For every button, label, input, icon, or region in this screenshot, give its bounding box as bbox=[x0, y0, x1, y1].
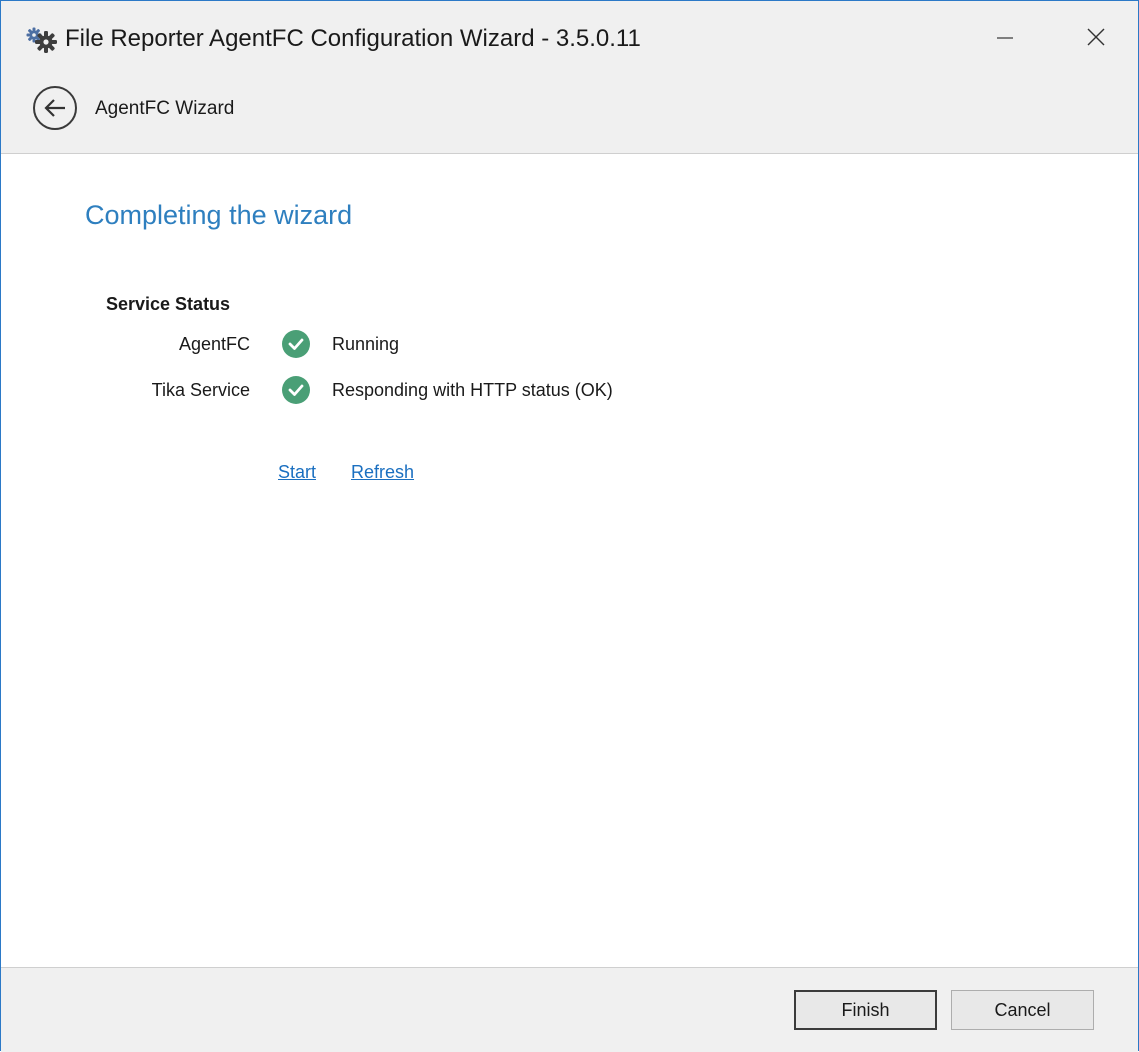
footer-bar: Finish Cancel bbox=[1, 967, 1138, 1052]
back-button[interactable] bbox=[33, 86, 77, 130]
service-status-title: Service Status bbox=[106, 294, 231, 314]
check-circle-icon bbox=[282, 376, 310, 404]
wizard-window: File Reporter AgentFC Configuration Wiza… bbox=[0, 0, 1139, 1052]
check-circle-icon bbox=[282, 330, 310, 358]
gears-icon bbox=[25, 27, 59, 53]
finish-button[interactable]: Finish bbox=[794, 990, 937, 1030]
refresh-link[interactable]: Refresh bbox=[351, 460, 414, 484]
page-heading: Completing the wizard bbox=[85, 200, 353, 230]
minimize-icon bbox=[997, 37, 1013, 39]
back-arrow-icon bbox=[44, 99, 65, 117]
title-bar[interactable]: File Reporter AgentFC Configuration Wiza… bbox=[1, 1, 1138, 73]
service-label-tika: Tika Service bbox=[151, 380, 250, 400]
start-link[interactable]: Start bbox=[278, 460, 316, 484]
cancel-button[interactable]: Cancel bbox=[951, 990, 1094, 1030]
wizard-content: Completing the wizard Service Status Age… bbox=[1, 154, 1138, 966]
navigation-bar: AgentFC Wizard bbox=[1, 73, 1138, 154]
service-label-agentfc: AgentFC bbox=[178, 334, 250, 354]
nav-title: AgentFC Wizard bbox=[95, 98, 235, 119]
minimize-button[interactable] bbox=[976, 1, 1034, 73]
service-status-agentfc: Running bbox=[332, 334, 400, 354]
window-title: File Reporter AgentFC Configuration Wiza… bbox=[65, 25, 641, 52]
service-status-tika: Responding with HTTP status (OK) bbox=[332, 380, 613, 400]
close-icon bbox=[1087, 28, 1105, 46]
close-button[interactable] bbox=[1067, 1, 1125, 73]
